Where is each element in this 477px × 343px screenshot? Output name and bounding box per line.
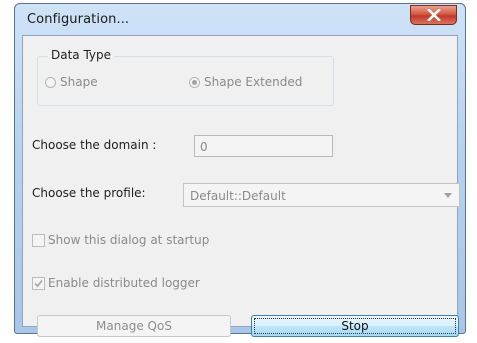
profile-dropdown[interactable]: Default::Default (183, 183, 460, 207)
radio-shape-label: Shape (60, 75, 98, 89)
close-button[interactable] (410, 5, 457, 25)
window-title: Configuration... (27, 12, 130, 27)
profile-label: Choose the profile: (32, 186, 146, 200)
show-dialog-checkbox-box[interactable] (32, 233, 45, 247)
show-dialog-label: Show this dialog at startup (48, 233, 210, 247)
radio-shape-extended-indicator[interactable] (189, 76, 200, 88)
data-type-group: Data Type Shape Shape Extended (37, 48, 334, 106)
domain-input[interactable]: 0 (194, 135, 333, 157)
radio-shape[interactable]: Shape (45, 75, 98, 89)
radio-shape-extended[interactable]: Shape Extended (189, 75, 302, 89)
checkmark-icon (34, 279, 43, 287)
radio-shape-indicator[interactable] (45, 76, 56, 88)
stop-button[interactable]: Stop (251, 315, 459, 337)
show-dialog-checkbox[interactable]: Show this dialog at startup (32, 233, 209, 247)
distributed-logger-label: Enable distributed logger (48, 276, 200, 290)
domain-label: Choose the domain : (32, 138, 157, 152)
chevron-down-icon[interactable] (444, 193, 452, 198)
close-icon (426, 9, 441, 21)
manage-qos-button[interactable]: Manage QoS (37, 315, 231, 337)
distributed-logger-checkbox-box[interactable] (32, 276, 45, 290)
radio-shape-extended-label: Shape Extended (204, 75, 303, 89)
data-type-legend: Data Type (48, 48, 115, 62)
configuration-window: Configuration... Data Type Shape Shape E… (14, 3, 466, 337)
profile-selected-value: Default::Default (190, 189, 286, 203)
dialog-body: Data Type Shape Shape Extended Choose th… (22, 35, 460, 337)
distributed-logger-checkbox[interactable]: Enable distributed logger (32, 276, 200, 290)
title-bar[interactable]: Configuration... (15, 4, 465, 34)
